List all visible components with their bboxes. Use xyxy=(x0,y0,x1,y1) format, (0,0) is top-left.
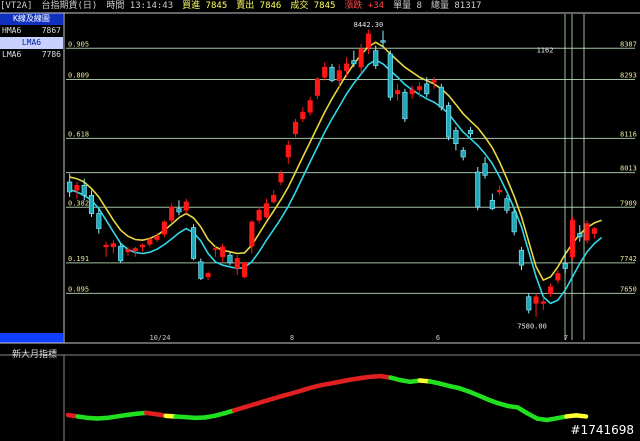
fib-price-label: 8293 xyxy=(620,72,637,80)
fib-price-label: 7650 xyxy=(620,285,637,293)
x-axis-label: 6 xyxy=(436,334,440,342)
candle-down xyxy=(190,227,197,259)
candle-up xyxy=(336,70,342,81)
candle-up xyxy=(205,273,211,278)
candle-up xyxy=(132,248,138,252)
candle-down xyxy=(67,181,73,193)
candle-up xyxy=(110,243,116,248)
candle-up xyxy=(234,258,240,269)
candle-down xyxy=(227,254,233,264)
candle-up xyxy=(409,89,415,95)
candle-up xyxy=(395,90,401,95)
candle-down xyxy=(562,263,568,269)
candle-down xyxy=(577,233,583,238)
candle-up xyxy=(183,201,189,211)
candle-up xyxy=(212,248,218,250)
candle-down xyxy=(504,198,510,211)
candle-down xyxy=(118,245,124,262)
candle-up xyxy=(161,221,167,235)
candle-down xyxy=(329,66,335,81)
fib-ratio-label: 0.809 xyxy=(68,72,89,80)
high-price-label: 8442.30 xyxy=(354,21,384,29)
fib-ratio-label: 0.191 xyxy=(68,255,89,263)
candle-up xyxy=(555,273,561,281)
candle-up xyxy=(256,209,262,221)
candle-down xyxy=(518,249,525,266)
candle-up xyxy=(416,86,423,91)
candle-up xyxy=(591,228,597,234)
candle-up xyxy=(314,78,320,96)
fib-price-label: 8013 xyxy=(620,165,637,173)
candle-up xyxy=(249,221,255,247)
candle-up xyxy=(300,111,306,120)
candle-up xyxy=(293,121,299,135)
candle-down xyxy=(424,83,430,95)
candle-up xyxy=(358,48,364,68)
candle-up xyxy=(540,301,546,304)
candle-down xyxy=(482,163,488,176)
candle-down xyxy=(96,213,102,229)
candle-down xyxy=(511,211,517,233)
indicator-segment xyxy=(573,413,589,419)
candle-down xyxy=(387,53,393,98)
candle-up xyxy=(139,244,146,248)
candle-down xyxy=(81,185,87,196)
candle-down xyxy=(88,194,95,214)
candle-up xyxy=(220,246,226,258)
x-axis-label: 7 xyxy=(564,334,568,342)
candle-up xyxy=(103,244,109,248)
candle-down xyxy=(489,199,495,209)
candle-up xyxy=(431,80,437,83)
candle-down xyxy=(373,50,379,66)
x-axis-label: 10/24 xyxy=(149,334,170,342)
candle-up xyxy=(263,203,269,218)
candle-down xyxy=(526,296,532,311)
fib-price-label: 8387 xyxy=(620,40,637,48)
candle-down xyxy=(460,150,466,158)
candle-down xyxy=(351,60,357,65)
fib-price-label: 7909 xyxy=(620,199,637,207)
candle-up xyxy=(154,235,160,240)
candle-up xyxy=(322,66,328,78)
price-chart[interactable]: 0.905 8387 0.809 8293 0.618 8116 8013 0.382 7909… xyxy=(0,0,640,441)
candle-up xyxy=(169,206,175,221)
candle-up xyxy=(74,185,80,191)
watermark: #1741698 xyxy=(570,423,635,437)
candle-down xyxy=(467,130,474,135)
x-axis-label: 8 xyxy=(290,334,294,342)
candle-down xyxy=(402,91,408,120)
candle-up xyxy=(497,190,503,193)
candle-up xyxy=(285,145,291,158)
candle-down xyxy=(446,105,452,138)
candle-up xyxy=(584,223,590,241)
fib-ratio-label: 0.905 xyxy=(68,40,89,48)
candle-up xyxy=(241,262,248,278)
low-price-label: 7580.00 xyxy=(517,323,547,331)
candle-down xyxy=(380,40,386,43)
candle-up xyxy=(569,219,576,258)
candle-up xyxy=(125,249,131,253)
candle-up xyxy=(147,239,153,245)
candle-up xyxy=(533,296,539,304)
candle-down xyxy=(475,171,481,208)
fib-ratio-label: 0.382 xyxy=(68,199,89,207)
candle-up xyxy=(365,33,371,48)
chart-annotation: 1162 xyxy=(537,46,554,54)
candle-up xyxy=(344,63,350,71)
indicator-title: 新大月指標 xyxy=(12,350,58,360)
candle-down xyxy=(176,208,182,213)
candle-down xyxy=(198,261,204,279)
candle-up xyxy=(307,100,313,113)
candle-down xyxy=(438,86,444,108)
candle-down xyxy=(453,130,459,145)
fib-ratio-label: 0.095 xyxy=(68,285,89,293)
candle-up xyxy=(278,173,284,183)
fib-price-label: 7742 xyxy=(620,255,637,263)
fib-price-label: 8116 xyxy=(620,130,637,138)
candle-up xyxy=(271,194,277,203)
candle-up xyxy=(548,286,554,294)
fib-ratio-label: 0.618 xyxy=(68,130,89,138)
